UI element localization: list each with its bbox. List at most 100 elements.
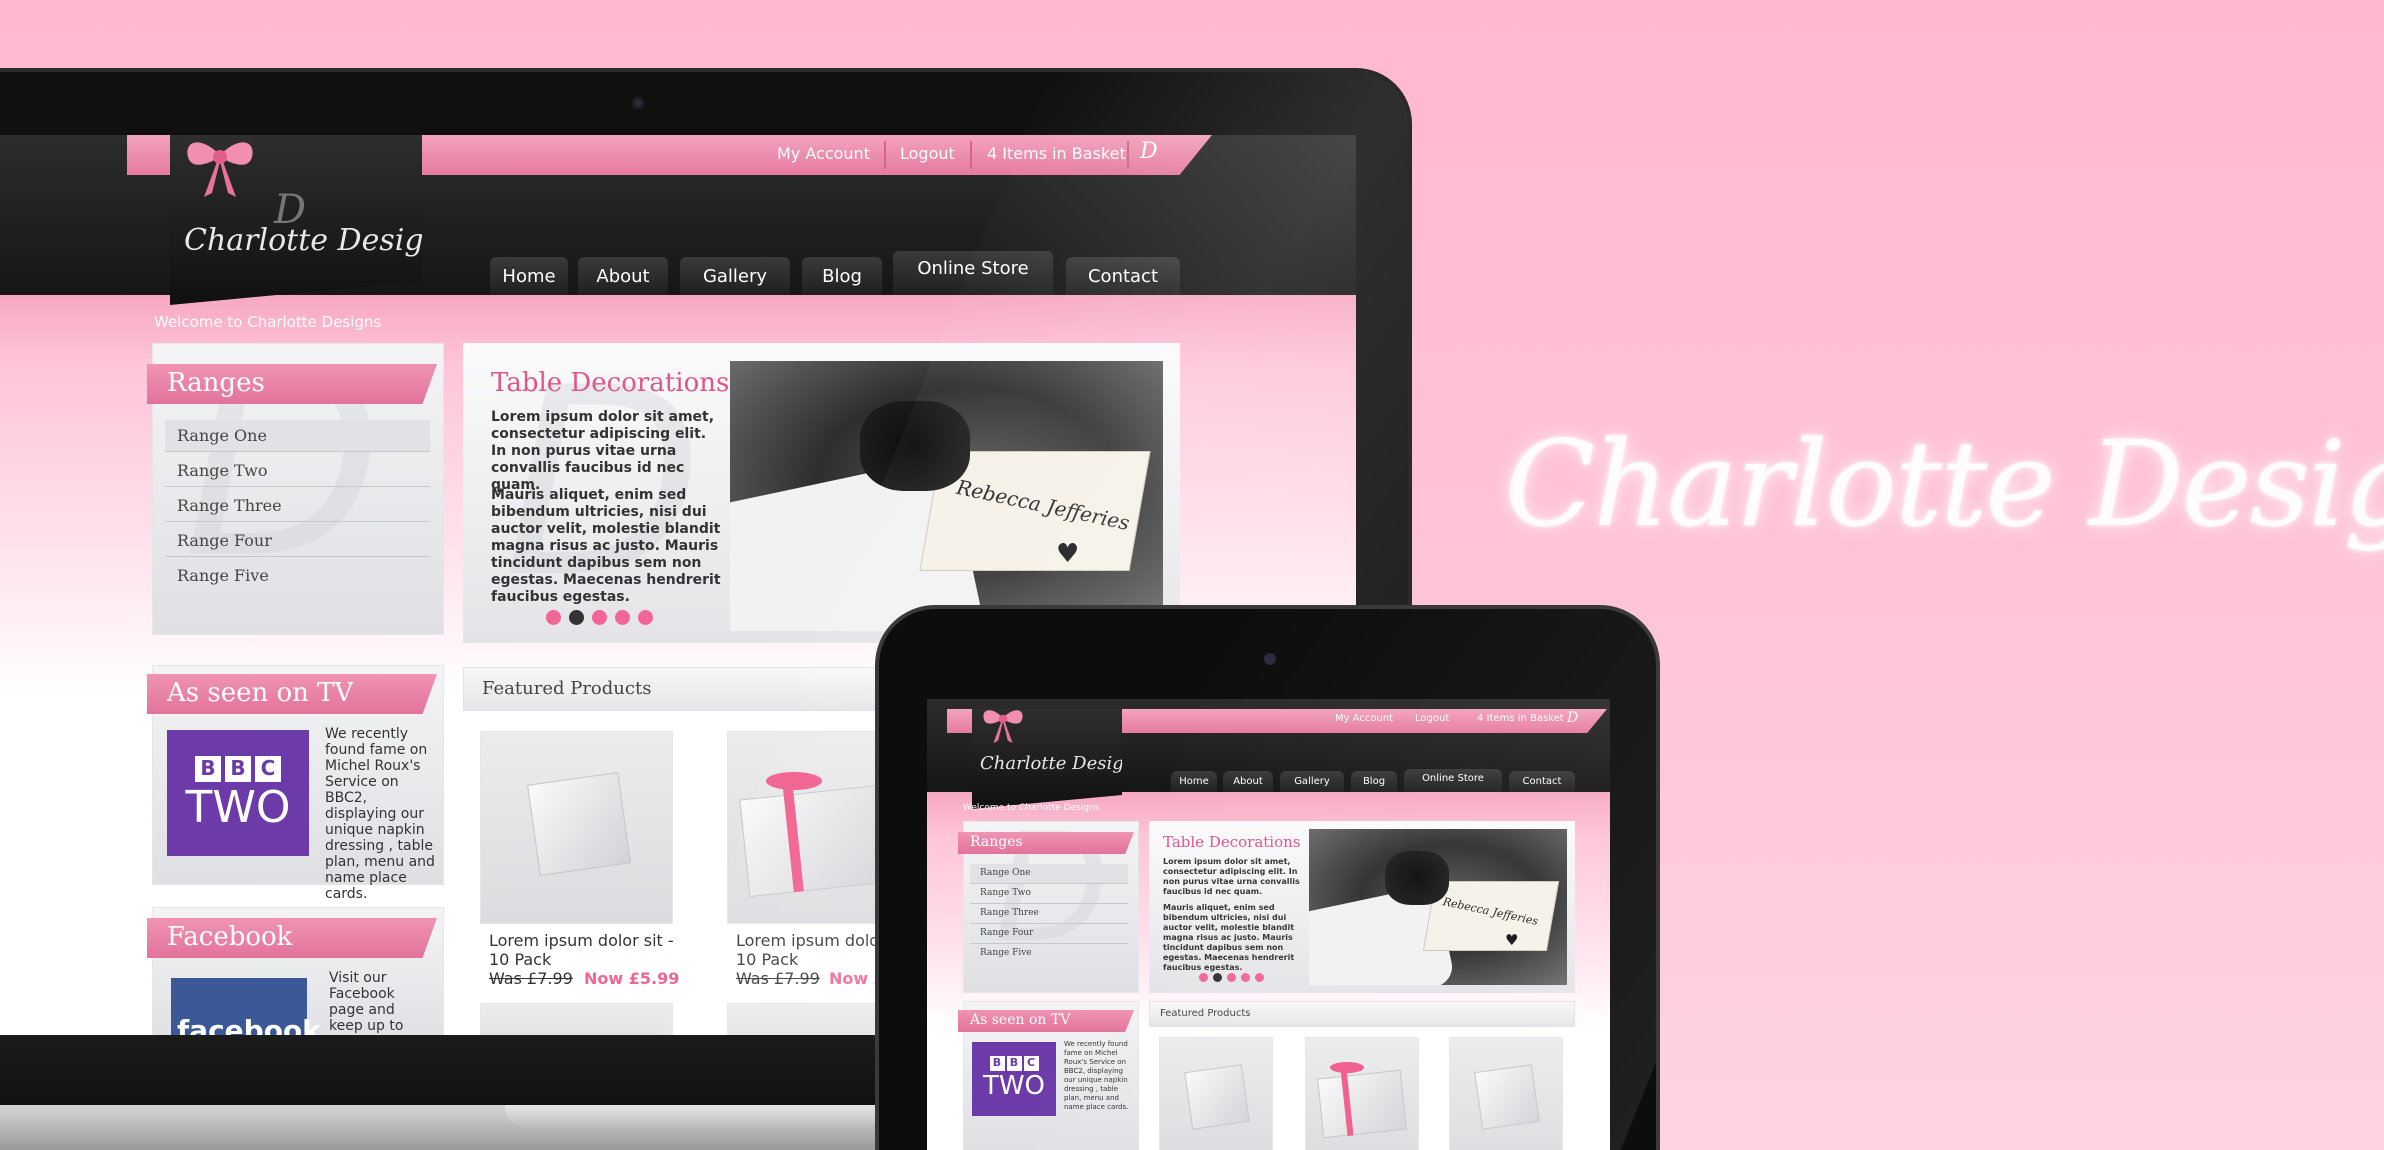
slider-image: Rebecca Jefferies ♥ <box>730 361 1163 631</box>
logout-link[interactable]: Logout <box>900 144 955 163</box>
nav-home[interactable]: Home <box>490 257 568 295</box>
monogram-icon: D <box>1140 139 1158 164</box>
slide-dot-active[interactable] <box>569 610 584 625</box>
ribbon-bow <box>1330 1062 1364 1073</box>
divider <box>884 141 886 169</box>
product-image[interactable] <box>1305 1037 1419 1150</box>
logout-link[interactable]: Logout <box>1415 713 1449 724</box>
nav-online-store[interactable]: Online Store <box>1404 769 1502 792</box>
nav-blog[interactable]: Blog <box>802 257 882 295</box>
slide-dot[interactable] <box>638 610 653 625</box>
range-item[interactable]: Range Five <box>970 944 1128 964</box>
nav-contact[interactable]: Contact <box>1066 257 1180 295</box>
slide-dot[interactable] <box>615 610 630 625</box>
bbc-letter: B <box>1006 1056 1022 1071</box>
range-item[interactable]: Range Four <box>165 525 430 557</box>
black-bow <box>1385 851 1449 905</box>
tablet-device: My Account Logout 4 Items in Basket D Ch… <box>875 605 1660 1150</box>
product-name[interactable]: Lorem ipsum dolor sit - 10 Pack <box>489 931 689 969</box>
my-account-link[interactable]: My Account <box>777 144 870 163</box>
nav-gallery[interactable]: Gallery <box>1280 771 1344 792</box>
range-item[interactable]: Range Three <box>165 490 430 522</box>
favour-box <box>1184 1064 1250 1130</box>
bbc-two-word: TWO <box>185 782 291 833</box>
range-item[interactable]: Range Two <box>165 455 430 487</box>
slide-dot[interactable] <box>1255 973 1264 982</box>
slide-dot[interactable] <box>1227 973 1236 982</box>
slider-title: Table Decorations <box>1163 833 1301 851</box>
slider-image: Rebecca Jefferies ♥ <box>1309 829 1567 985</box>
heart-icon: ♥ <box>1505 931 1519 949</box>
divider <box>1127 141 1129 169</box>
slider-title: Table Decorations <box>491 368 730 398</box>
ranges-panel: D Ranges Range One Range Two Range Three… <box>147 314 444 635</box>
featured-heading: Featured Products <box>1149 1001 1575 1027</box>
divider <box>970 141 972 169</box>
basket-link[interactable]: 4 Items in Basket <box>987 144 1126 163</box>
nav-about[interactable]: About <box>1223 771 1273 792</box>
laptop-camera <box>631 96 645 110</box>
feature-slider: D Table Decorations Lorem ipsum dolor si… <box>463 333 1180 643</box>
favour-box <box>1474 1064 1540 1130</box>
ranges-heading: Ranges <box>958 832 1134 854</box>
facebook-logo[interactable]: facebook <box>171 978 321 1040</box>
nav-online-store[interactable]: Online Store <box>893 251 1053 295</box>
bow-icon <box>187 142 253 197</box>
nav-contact[interactable]: Contact <box>1509 771 1575 792</box>
range-item[interactable]: Range Two <box>970 884 1128 904</box>
slider-paragraph: Lorem ipsum dolor sit amet, consectetur … <box>491 409 715 493</box>
tv-panel: As seen on TV B B C TWO We recently foun… <box>958 1001 1139 1150</box>
slider-paragraph: Mauris aliquet, enim sed bibendum ultric… <box>491 487 721 605</box>
tv-heading: As seen on TV <box>147 674 437 714</box>
favour-box <box>527 772 631 876</box>
ribbon-bow <box>766 772 822 790</box>
bbc-blocks: B B C <box>167 756 309 782</box>
tablet-camera <box>1264 653 1276 665</box>
heart-icon: ♥ <box>1056 539 1080 569</box>
slider-paragraph: Lorem ipsum dolor sit amet, consectetur … <box>1163 857 1300 896</box>
product-image[interactable] <box>1159 1037 1273 1150</box>
my-account-link[interactable]: My Account <box>1335 713 1393 724</box>
range-item[interactable]: Range Five <box>165 560 430 592</box>
tv-panel: As seen on TV B B C TWO We recently foun… <box>147 665 444 902</box>
bow-icon <box>983 710 1023 743</box>
bbc-letter: B <box>989 1056 1005 1071</box>
ranges-panel: D Ranges Range One Range Two Range Three… <box>958 802 1139 993</box>
website-tablet: My Account Logout 4 Items in Basket D Ch… <box>927 699 1610 1150</box>
favour-box <box>1317 1069 1407 1139</box>
range-item[interactable]: Range Three <box>970 904 1128 924</box>
slide-dot[interactable] <box>1241 973 1250 982</box>
logo-text: Charlotte Designs <box>980 753 1145 774</box>
laptop-notch <box>505 1105 885 1127</box>
bbc-letter: B <box>195 756 221 782</box>
slide-dot[interactable] <box>546 610 561 625</box>
bbc-two-logo: B B C TWO <box>167 730 309 856</box>
tv-heading: As seen on TV <box>958 1010 1134 1032</box>
basket-link[interactable]: 4 Items in Basket <box>1477 713 1564 724</box>
product-image[interactable] <box>1449 1037 1563 1150</box>
was-price: Was £7.99 <box>489 969 573 988</box>
monogram-icon: D <box>1567 710 1579 726</box>
facebook-panel: Facebook facebook Visit our Facebook pag… <box>147 907 444 1040</box>
nav-about[interactable]: About <box>578 257 668 295</box>
slider-dots <box>546 610 653 625</box>
ranges-heading: Ranges <box>147 364 437 404</box>
slider-paragraph: Mauris aliquet, enim sed bibendum ultric… <box>1163 903 1295 972</box>
slide-dot-active[interactable] <box>1213 973 1222 982</box>
bbc-letter: C <box>255 756 281 782</box>
range-item[interactable]: Range One <box>165 420 430 452</box>
hero-logo-text: Charlotte Designs <box>1505 415 2384 553</box>
feature-slider: Table Decorations Lorem ipsum dolor sit … <box>1149 821 1575 993</box>
range-item[interactable]: Range Four <box>970 924 1128 944</box>
facebook-text: Visit our Facebook page and keep up to d… <box>329 970 404 1040</box>
was-price: Was £7.99 <box>736 969 820 988</box>
nav-gallery[interactable]: Gallery <box>680 257 790 295</box>
slide-dot[interactable] <box>592 610 607 625</box>
nav-blog[interactable]: Blog <box>1351 771 1397 792</box>
slide-dot[interactable] <box>1199 973 1208 982</box>
nav-home[interactable]: Home <box>1171 771 1217 792</box>
facebook-heading: Facebook <box>147 918 437 958</box>
product-image[interactable] <box>480 731 673 924</box>
range-item[interactable]: Range One <box>970 864 1128 884</box>
now-price: Now £5.99 <box>584 969 680 988</box>
